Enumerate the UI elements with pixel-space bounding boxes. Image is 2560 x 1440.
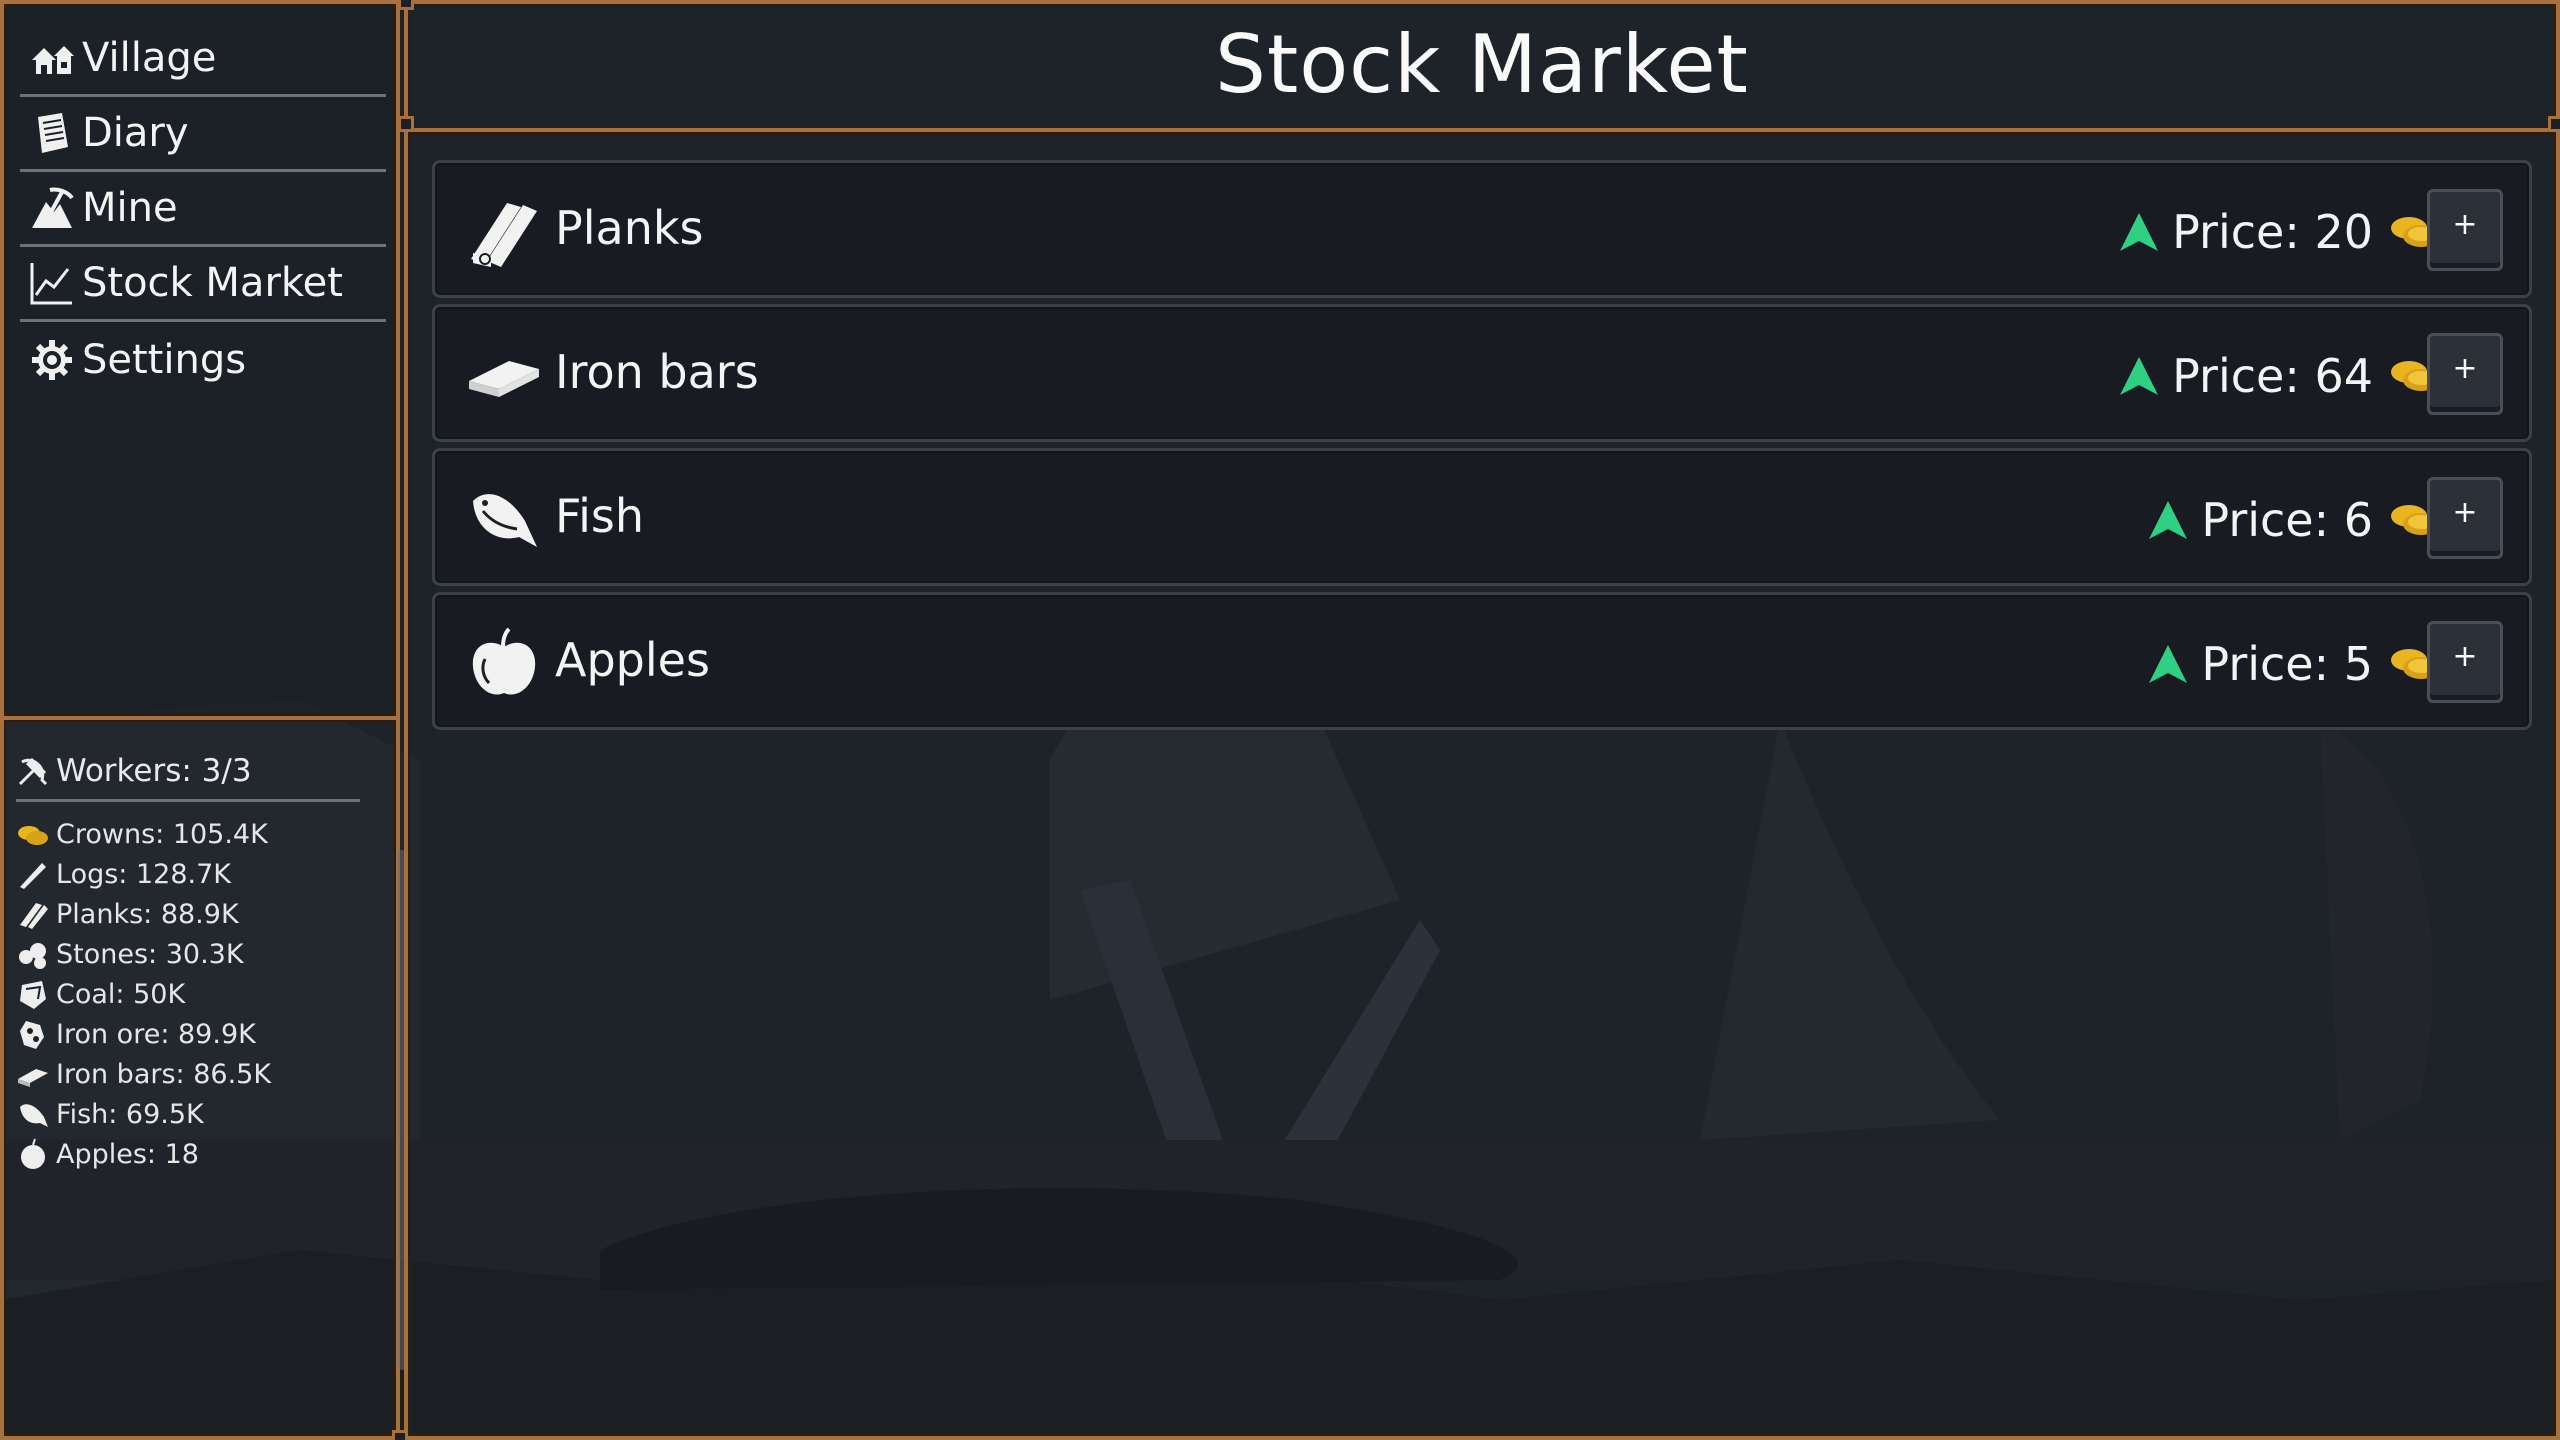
diary-icon [28, 109, 76, 157]
sidebar-item-stock-market[interactable]: Stock Market [20, 247, 386, 322]
sidebar-item-mine[interactable]: Mine [20, 172, 386, 247]
sidebar-item-label: Mine [82, 185, 178, 231]
resource-iron-bars: Iron bars: 86.5K [16, 1054, 376, 1094]
resource-crowns: Crowns: 105.4K [16, 814, 376, 854]
price-display: Price: 6 [2147, 481, 2441, 559]
iron-bar-icon [465, 337, 543, 415]
hammer-sickle-icon [16, 754, 50, 788]
trend-up-icon [2147, 643, 2189, 685]
resource-label: Stones: 30.3K [56, 938, 244, 970]
chart-icon [28, 259, 76, 307]
sidebar-item-label: Stock Market [82, 260, 343, 306]
market-row-apples: Apples Price: 5 + [432, 592, 2532, 730]
coal-icon [16, 977, 50, 1011]
trend-up-icon [2118, 355, 2160, 397]
trend-up-icon [2147, 499, 2189, 541]
resource-label: Logs: 128.7K [56, 858, 231, 890]
resource-iron-ore: Iron ore: 89.9K [16, 1014, 376, 1054]
planks-icon [16, 897, 50, 931]
coins-icon [16, 817, 50, 851]
apple-icon [16, 1137, 50, 1171]
resource-fish: Fish: 69.5K [16, 1094, 376, 1134]
sidebar-item-label: Village [82, 35, 217, 81]
sidebar-item-label: Settings [82, 336, 247, 383]
buy-button[interactable]: + [2427, 333, 2503, 415]
sidebar-item-label: Diary [82, 110, 189, 156]
resource-label: Iron ore: 89.9K [56, 1018, 256, 1050]
price-label: Price: 6 [2201, 493, 2373, 547]
apple-icon [465, 625, 543, 703]
price-label: Price: 64 [2172, 349, 2373, 403]
fish-icon [16, 1097, 50, 1131]
resource-planks: Planks: 88.9K [16, 894, 376, 934]
resource-label: Fish: 69.5K [56, 1098, 204, 1130]
frame-corner [2548, 116, 2560, 132]
price-display: Price: 20 [2118, 193, 2441, 271]
sidebar-item-settings[interactable]: Settings [20, 322, 386, 397]
sidebar-nav: Village Diary Mine Stock Market Settings [20, 22, 386, 397]
title-bar: Stock Market [408, 0, 2556, 132]
market-row-fish: Fish Price: 6 + [432, 448, 2532, 586]
planks-icon [465, 193, 543, 271]
price-label: Price: 5 [2201, 637, 2373, 691]
iron-ore-icon [16, 1017, 50, 1051]
frame-corner [392, 1430, 408, 1440]
sidebar-item-diary[interactable]: Diary [20, 97, 386, 172]
resource-stones: Stones: 30.3K [16, 934, 376, 974]
item-name: Apples [555, 633, 710, 687]
price-display: Price: 64 [2118, 337, 2441, 415]
resource-label: Iron bars: 86.5K [56, 1058, 272, 1090]
mine-icon [28, 184, 76, 232]
resource-label: Crowns: 105.4K [56, 818, 268, 850]
village-icon [28, 34, 76, 82]
buy-button[interactable]: + [2427, 621, 2503, 703]
item-name: Iron bars [555, 345, 759, 399]
market-row-planks: Planks Price: 20 + [432, 160, 2532, 298]
workers-label: Workers: 3/3 [56, 752, 252, 789]
resource-label: Coal: 50K [56, 978, 186, 1010]
resource-apples: Apples: 18 [16, 1134, 376, 1174]
item-name: Fish [555, 489, 645, 543]
trend-up-icon [2118, 211, 2160, 253]
market-list: Planks Price: 20 + Iron bars Price: 64 + [432, 160, 2532, 736]
log-icon [16, 857, 50, 891]
frame-corner [398, 116, 414, 132]
resource-label: Planks: 88.9K [56, 898, 239, 930]
buy-button[interactable]: + [2427, 477, 2503, 559]
page-title: Stock Market [1215, 18, 1749, 111]
workers-counter: Workers: 3/3 [16, 742, 360, 802]
frame-corner [398, 0, 414, 10]
price-display: Price: 5 [2147, 625, 2441, 703]
sidebar-item-village[interactable]: Village [20, 22, 386, 97]
gear-icon [28, 336, 76, 384]
market-row-iron-bars: Iron bars Price: 64 + [432, 304, 2532, 442]
stones-icon [16, 937, 50, 971]
fish-icon [465, 481, 543, 559]
resource-coal: Coal: 50K [16, 974, 376, 1014]
item-name: Planks [555, 201, 704, 255]
resource-list: Crowns: 105.4K Logs: 128.7K Planks: 88.9… [16, 814, 376, 1174]
resource-label: Apples: 18 [56, 1138, 199, 1170]
resource-logs: Logs: 128.7K [16, 854, 376, 894]
game-screen: Village Diary Mine Stock Market Settings [0, 0, 2560, 1440]
iron-bar-icon [16, 1057, 50, 1091]
price-label: Price: 20 [2172, 205, 2373, 259]
buy-button[interactable]: + [2427, 189, 2503, 271]
